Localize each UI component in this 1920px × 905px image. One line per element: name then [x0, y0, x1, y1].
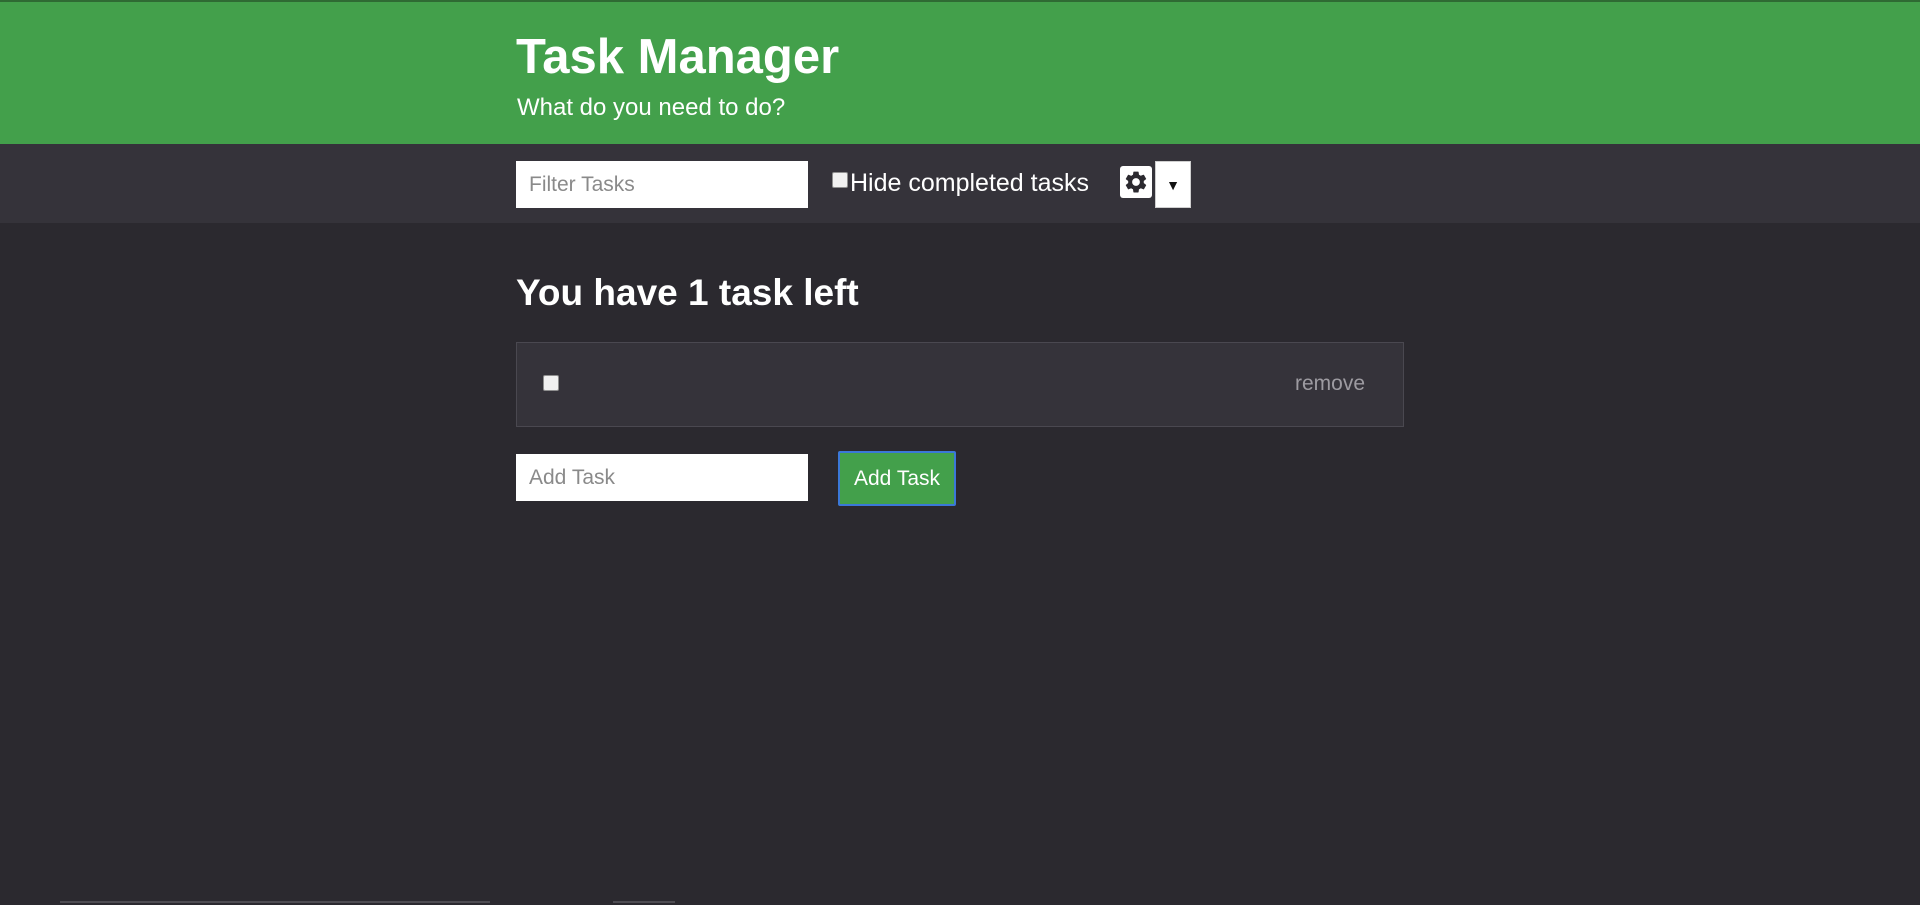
add-task-button[interactable]: Add Task: [838, 451, 956, 506]
tasks-remaining-heading: You have 1 task left: [516, 272, 859, 313]
add-task-input[interactable]: [516, 454, 808, 501]
filter-tasks-input[interactable]: [516, 161, 808, 208]
hide-completed-toggle[interactable]: Hide completed tasks: [832, 168, 1089, 198]
app-header: Task Manager What do you need to do?: [0, 2, 1920, 144]
caret-down-icon: ▼: [1166, 176, 1180, 193]
app-title: Task Manager: [516, 30, 840, 84]
settings-dropdown-button[interactable]: ▼: [1155, 161, 1191, 208]
app-subtitle: What do you need to do?: [517, 94, 786, 121]
hide-completed-label: Hide completed tasks: [850, 169, 1090, 197]
remove-task-link[interactable]: remove: [1295, 371, 1365, 397]
bottom-divider: [613, 901, 675, 903]
bottom-divider: [60, 901, 490, 903]
task-item: remove: [516, 342, 1404, 427]
task-complete-checkbox[interactable]: [543, 375, 559, 391]
toolbar: Hide completed tasks ▼: [0, 144, 1920, 223]
gear-icon: [1125, 171, 1147, 193]
hide-completed-checkbox[interactable]: [832, 172, 848, 188]
settings-button[interactable]: [1120, 166, 1152, 198]
